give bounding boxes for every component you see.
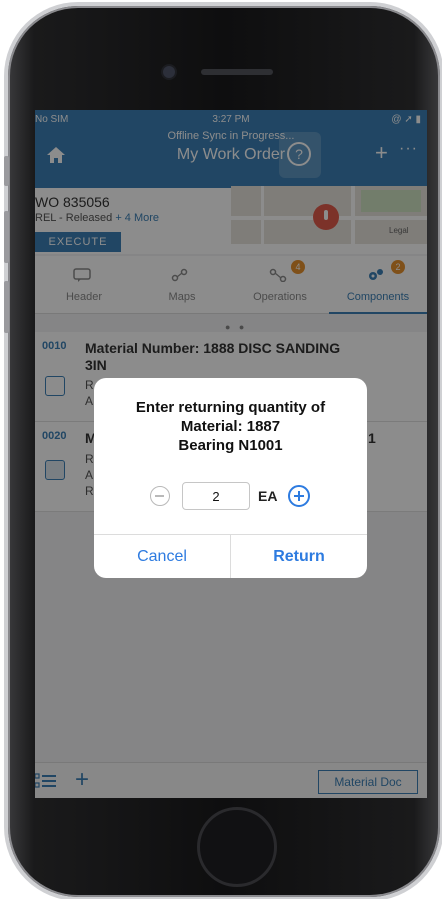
return-button[interactable]: Return bbox=[231, 535, 367, 578]
dialog-message-line: Bearing N1001 bbox=[178, 437, 283, 454]
quantity-stepper: EA bbox=[150, 482, 310, 510]
dialog-message-line: Enter returning quantity of bbox=[135, 399, 326, 416]
increment-button[interactable] bbox=[288, 485, 310, 507]
volume-down-button bbox=[4, 281, 9, 333]
earpiece-speaker bbox=[201, 69, 273, 75]
cancel-button[interactable]: Cancel bbox=[94, 535, 230, 578]
front-camera bbox=[163, 66, 175, 78]
dialog-message-line: Material: 1887 bbox=[180, 418, 281, 435]
mute-switch bbox=[4, 156, 9, 186]
quantity-input[interactable] bbox=[182, 482, 250, 510]
decrement-button[interactable] bbox=[150, 486, 170, 506]
dialog-actions: Cancel Return bbox=[94, 534, 367, 578]
volume-up-button bbox=[4, 211, 9, 263]
unit-of-measure: EA bbox=[258, 488, 278, 504]
dialog-message: Enter returning quantity of Material: 18… bbox=[94, 398, 367, 455]
plus-icon bbox=[298, 491, 300, 501]
home-button[interactable] bbox=[197, 807, 277, 887]
return-quantity-dialog: Enter returning quantity of Material: 18… bbox=[94, 378, 367, 578]
minus-icon bbox=[155, 495, 164, 497]
